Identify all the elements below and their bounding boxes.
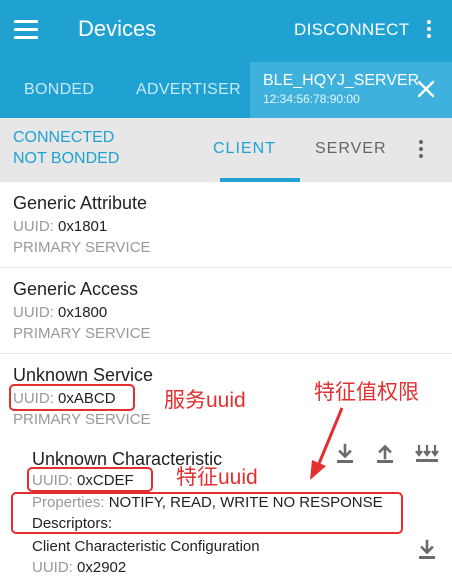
notify-multiple-download-icon[interactable]	[414, 441, 440, 467]
disconnect-button[interactable]: DISCONNECT	[294, 20, 409, 40]
device-address: 12:34:56:78:90:00	[263, 92, 360, 106]
tab-client[interactable]: CLIENT	[213, 140, 276, 158]
more-vert-icon[interactable]	[418, 140, 424, 161]
descriptor-name: Client Characteristic Configuration	[32, 538, 260, 555]
service-item[interactable]: Generic Access UUID: 0x1800 PRIMARY SERV…	[0, 268, 452, 354]
app-bar: Devices DISCONNECT	[0, 0, 452, 62]
descriptor-uuid: UUID: 0x2902	[32, 559, 127, 576]
connection-status: CONNECTED	[13, 129, 115, 146]
tab-bonded[interactable]: BONDED	[24, 81, 94, 99]
service-uuid: UUID: 0x1801	[13, 218, 108, 235]
bond-status: NOT BONDED	[13, 150, 120, 167]
service-uuid-highlight	[9, 384, 135, 411]
device-tabs: BONDED ADVERTISER BLE_HQYJ_SERVER 12:34:…	[0, 62, 452, 118]
close-icon[interactable]	[416, 79, 436, 99]
service-type: PRIMARY SERVICE	[13, 411, 151, 428]
device-name: BLE_HQYJ_SERVER	[263, 72, 420, 89]
service-item[interactable]: Generic Attribute UUID: 0x1801 PRIMARY S…	[0, 182, 452, 268]
service-uuid: UUID: 0x1800	[13, 304, 108, 321]
service-type: PRIMARY SERVICE	[13, 325, 151, 342]
service-name: Generic Access	[13, 279, 139, 299]
service-name: Unknown Service	[13, 365, 154, 385]
service-name: Generic Attribute	[13, 193, 148, 213]
download-icon[interactable]	[414, 537, 440, 563]
annotation-arrow-icon	[310, 407, 344, 480]
service-type: PRIMARY SERVICE	[13, 239, 151, 256]
tab-server[interactable]: SERVER	[315, 140, 387, 158]
upload-icon[interactable]	[372, 441, 398, 467]
page-title: Devices	[78, 16, 157, 41]
menu-icon[interactable]	[14, 20, 38, 40]
annotation-service-uuid: 服务uuid	[164, 389, 246, 412]
more-vert-icon[interactable]	[426, 20, 432, 41]
connection-bar: CONNECTED NOT BONDED CLIENT SERVER	[0, 118, 452, 182]
characteristic-uuid-highlight	[27, 467, 153, 492]
properties-highlight	[11, 492, 403, 534]
annotation-permissions: 特征值权限	[314, 381, 419, 404]
annotation-characteristic-uuid: 特征uuid	[176, 466, 258, 489]
tab-advertiser[interactable]: ADVERTISER	[136, 81, 241, 99]
